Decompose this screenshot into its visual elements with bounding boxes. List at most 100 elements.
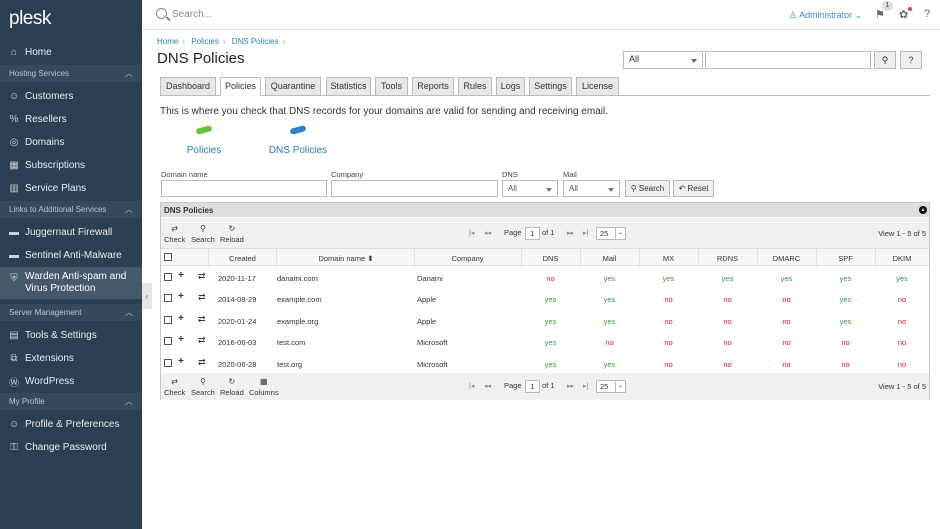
bottom-page-input[interactable]: 1 (525, 380, 540, 393)
tab-settings[interactable]: Settings (529, 77, 572, 96)
sidebar-item-extensions[interactable]: ⧉ Extensions (0, 347, 142, 369)
plesk-logo[interactable]: plesk (9, 8, 51, 30)
prev-page-icon[interactable]: ◂◂ (484, 382, 491, 390)
expand-row-icon[interactable]: + (178, 291, 184, 302)
row-checkbox[interactable] (164, 358, 172, 367)
table-row[interactable]: + ⇄ 2020-06-28 test.org Microsoft yes yes no no n… (161, 353, 929, 375)
tab-reports[interactable]: Reports (412, 77, 454, 96)
breadcrumb-policies[interactable]: Policies (191, 37, 219, 46)
row-check-icon[interactable]: ⇄ (198, 271, 206, 282)
row-check-icon[interactable]: ⇄ (198, 314, 206, 325)
sidebar-item-profile[interactable]: ☺ Profile & Preferences (0, 413, 142, 435)
row-checkbox[interactable] (164, 315, 172, 324)
column-created[interactable]: Created (209, 254, 276, 263)
expand-row-icon[interactable]: + (178, 334, 184, 345)
table-row[interactable]: + ⇄ 2020-01-24 example.org Apple yes yes no no no… (161, 310, 929, 332)
filter-input[interactable] (705, 51, 871, 69)
table-row[interactable]: + ⇄ 2016-06-03 test.com Microsoft yes no no no no… (161, 331, 929, 353)
cell-domain-name[interactable]: test.org (277, 360, 302, 369)
check-button[interactable]: ⇄ Check (164, 224, 185, 244)
cell-domain-name[interactable]: test.com (277, 338, 305, 347)
tab-tools[interactable]: Tools (375, 77, 408, 96)
first-page-icon[interactable]: |◂ (469, 229, 474, 237)
domain-name-input[interactable] (161, 180, 327, 197)
sidebar-item-juggernaut[interactable]: ▬ Juggernaut Firewall (0, 221, 142, 243)
bottom-search-button[interactable]: ⚲ Search (191, 377, 215, 397)
filter-search-button[interactable]: ⚲ (874, 51, 896, 69)
next-page-icon[interactable]: ▸▸ (567, 382, 574, 390)
row-checkbox[interactable] (164, 273, 172, 281)
grid-search-button[interactable]: ⚲ Search (191, 224, 215, 244)
sidebar-item-subscriptions[interactable]: ▦ Subscriptions (0, 154, 142, 176)
column-spf[interactable]: SPF (816, 254, 875, 263)
select-all-checkbox[interactable] (164, 253, 172, 261)
expand-row-icon[interactable]: + (178, 313, 184, 324)
column-mx[interactable]: MX (639, 254, 698, 263)
expand-row-icon[interactable]: + (178, 270, 184, 281)
bottom-check-button[interactable]: ⇄ Check (164, 377, 185, 397)
mail-select[interactable]: All (563, 180, 620, 197)
breadcrumb-dns-policies[interactable]: DNS Policies (232, 37, 279, 46)
column-dkim[interactable]: DKIM (875, 254, 929, 263)
user-menu[interactable]: ♙ Administrator ⌄ (789, 10, 862, 21)
page-size-select[interactable]: 25 ⌄ (596, 227, 626, 240)
sidebar-collapse-button[interactable]: ‹ (142, 283, 152, 309)
row-check-icon[interactable]: ⇄ (198, 292, 206, 303)
last-page-icon[interactable]: ▸| (583, 382, 588, 390)
tab-rules[interactable]: Rules (458, 77, 492, 96)
sidebar-section-hosting[interactable]: Hosting Services ︿ (0, 65, 142, 82)
global-search-input[interactable]: Search... (172, 9, 212, 20)
sidebar-item-warden[interactable]: ⛨ Warden Anti-spam and Virus Protection (0, 267, 142, 299)
breadcrumb-home[interactable]: Home (157, 37, 178, 46)
sidebar-section-server[interactable]: Server Management ︿ (0, 304, 142, 321)
page-input[interactable]: 1 (525, 227, 540, 240)
last-page-icon[interactable]: ▸| (583, 229, 588, 237)
sidebar-item-sentinel[interactable]: ▬ Sentinel Anti-Malware (0, 244, 142, 266)
sidebar-item-tools-settings[interactable]: ▤ Tools & Settings (0, 324, 142, 346)
tab-quarantine[interactable]: Quarantine (265, 77, 321, 96)
sidebar-item-customers[interactable]: ☺ Customers (0, 85, 142, 107)
table-row[interactable]: + ⇄ 2020-11-17 danami.com Danami no yes yes yes y… (161, 267, 929, 289)
bottom-page-size-select[interactable]: 25 ⌄ (596, 380, 626, 393)
cell-domain-name[interactable]: example.org (277, 317, 318, 326)
column-dns[interactable]: DNS (521, 254, 580, 263)
reload-button[interactable]: ↻ Reload (220, 224, 244, 244)
filter-select[interactable]: All (623, 51, 703, 69)
reset-button[interactable]: ↶ Reset (673, 180, 714, 197)
row-checkbox[interactable] (164, 337, 172, 346)
policies-link[interactable]: Policies (182, 125, 226, 156)
column-rdns[interactable]: RDNS (698, 254, 757, 263)
dns-select[interactable]: All (502, 180, 558, 197)
sidebar-item-wordpress[interactable]: Ⓦ WordPress (0, 370, 142, 392)
column-mail[interactable]: Mail (580, 254, 639, 263)
sidebar-item-change-password[interactable]: ⚿ Change Password (0, 436, 142, 458)
collapse-grid-icon[interactable]: ▲ (919, 206, 927, 214)
column-company[interactable]: Company (414, 254, 521, 263)
tab-statistics[interactable]: Statistics (326, 77, 371, 96)
row-check-icon[interactable]: ⇄ (198, 335, 206, 346)
column-domain-name[interactable]: Domain name ⬍ (276, 254, 416, 263)
sidebar-item-service-plans[interactable]: ▥ Service Plans (0, 177, 142, 199)
suggestions-icon[interactable]: ✿ (899, 8, 908, 21)
tab-dashboard[interactable]: Dashboard (160, 77, 216, 96)
sidebar-section-additional[interactable]: Links to Additional Services ︿ (0, 201, 142, 218)
sidebar-item-home[interactable]: ⌂ Home (0, 41, 142, 63)
next-page-icon[interactable]: ▸▸ (567, 229, 574, 237)
sidebar-item-resellers[interactable]: % Resellers (0, 108, 142, 130)
row-check-icon[interactable]: ⇄ (198, 357, 206, 368)
dns-policies-link[interactable]: DNS Policies (268, 125, 328, 156)
row-checkbox[interactable] (164, 294, 172, 303)
search-button[interactable]: ⚲ Search (625, 180, 670, 197)
help-icon[interactable]: ? (924, 8, 930, 20)
column-dmarc[interactable]: DMARC (757, 254, 816, 263)
help-button[interactable]: ? (900, 51, 922, 69)
first-page-icon[interactable]: |◂ (469, 382, 474, 390)
tab-license[interactable]: License (576, 77, 619, 96)
cell-domain-name[interactable]: danami.com (277, 274, 318, 283)
table-row[interactable]: + ⇄ 2014-08-29 example.com Apple yes yes no no no… (161, 288, 929, 310)
columns-button[interactable]: ▦ Columns (249, 377, 279, 397)
tab-logs[interactable]: Logs (496, 77, 525, 96)
sidebar-section-profile[interactable]: My Profile ︿ (0, 393, 142, 410)
cell-domain-name[interactable]: example.com (277, 295, 322, 304)
sidebar-item-domains[interactable]: ◎ Domains (0, 131, 142, 153)
